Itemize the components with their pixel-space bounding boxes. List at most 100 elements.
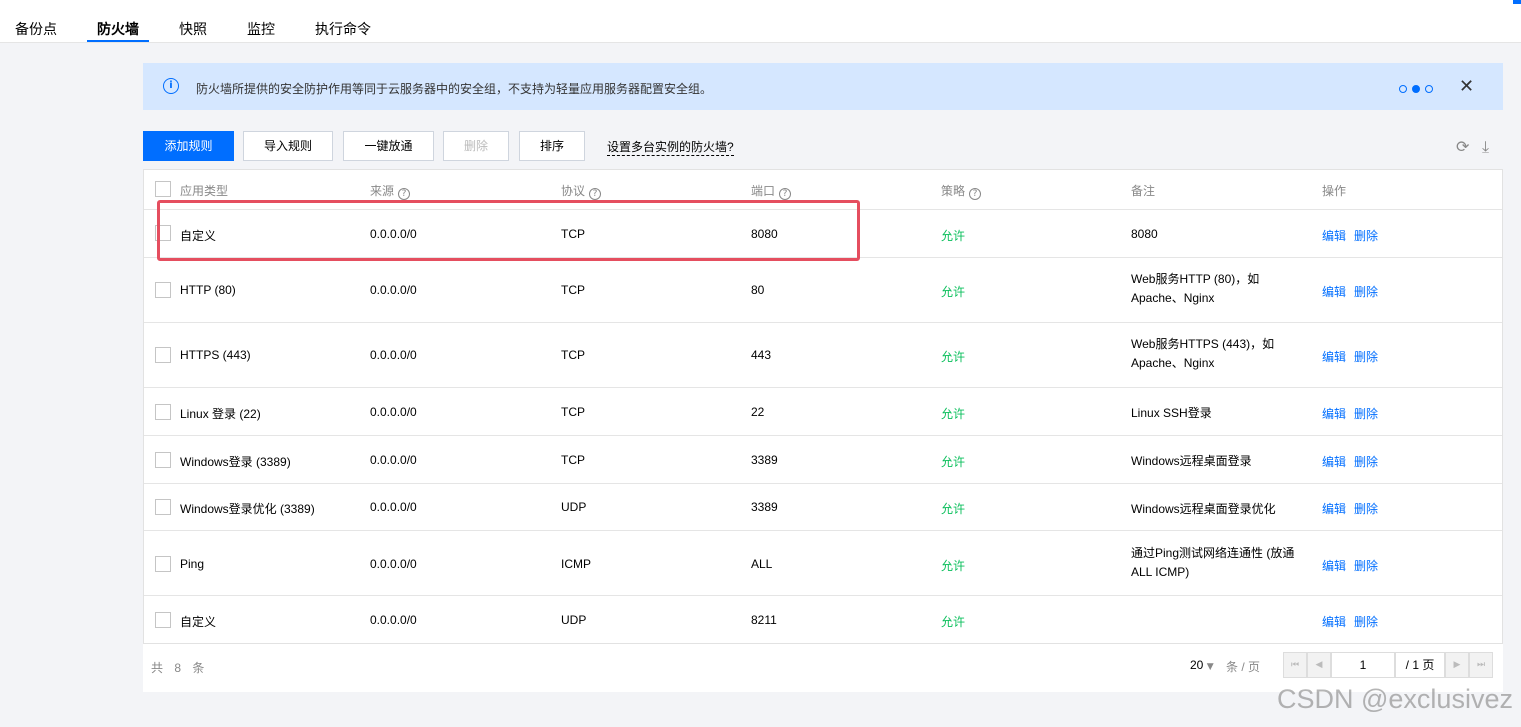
row-checkbox[interactable] [155,347,171,363]
cell-port: 443 [751,348,772,362]
page-number-input[interactable] [1331,652,1395,678]
cell-policy: 允许 [941,285,966,299]
cell-port: 8080 [751,227,778,241]
edit-link[interactable]: 编辑 [1322,227,1346,244]
tab-backup[interactable]: 备份点 [15,19,57,39]
cell-port: 80 [751,283,765,297]
header-remark: 备注 [1131,184,1156,198]
page-size-unit: 条 / 页 [1226,660,1261,674]
header-port: 端口? [751,182,792,200]
carousel-dot[interactable] [1425,85,1433,93]
cell-policy: 允许 [941,407,966,421]
header-type: 应用类型 [180,184,229,198]
cell-source: 0.0.0.0/0 [370,557,417,571]
cell-type: Windows登录 (3389) [180,455,291,469]
cell-remark: Web服务HTTPS (443)，如Apache、Nginx [1131,337,1275,370]
cell-protocol: TCP [561,227,585,241]
page-size-select[interactable]: 20 ▼ [1190,658,1214,672]
cell-type: HTTP (80) [180,283,236,297]
tab-monitor[interactable]: 监控 [247,19,275,39]
cell-protocol: TCP [561,405,585,419]
row-divider [144,387,1502,388]
cell-policy: 允许 [941,502,966,516]
sort-button[interactable]: 排序 [519,131,585,161]
quick-allow-button[interactable]: 一键放通 [343,131,434,161]
total-count: 共 8 条 [151,661,209,675]
header-ops: 操作 [1322,184,1347,198]
delete-link[interactable]: 删除 [1354,557,1378,574]
prev-page-icon[interactable]: ◀ [1307,652,1331,678]
next-page-icon[interactable]: ▶ [1445,652,1469,678]
info-icon: i [163,78,179,94]
tab-firewall[interactable]: 防火墙 [97,19,139,39]
edit-link[interactable]: 编辑 [1322,500,1346,517]
cell-policy: 允许 [941,455,966,469]
delete-link[interactable]: 删除 [1354,283,1378,300]
edit-link[interactable]: 编辑 [1322,283,1346,300]
tab-command[interactable]: 执行命令 [315,19,371,39]
delete-link[interactable]: 删除 [1354,500,1378,517]
row-checkbox[interactable] [155,404,171,420]
cell-remark: 8080 [1131,227,1158,241]
delete-link[interactable]: 删除 [1354,227,1378,244]
row-checkbox[interactable] [155,612,171,628]
delete-link[interactable]: 删除 [1354,453,1378,470]
cell-source: 0.0.0.0/0 [370,500,417,514]
edit-link[interactable]: 编辑 [1322,613,1346,630]
delete-button[interactable]: 删除 [443,131,509,161]
cell-remark: Web服务HTTP (80)，如Apache、Nginx [1131,272,1260,305]
delete-link[interactable]: 删除 [1354,405,1378,422]
watermark: CSDN @exclusivez [1277,684,1513,714]
help-icon[interactable]: ? [779,188,792,200]
edit-link[interactable]: 编辑 [1322,453,1346,470]
cell-source: 0.0.0.0/0 [370,348,417,362]
cell-source: 0.0.0.0/0 [370,227,417,241]
help-icon[interactable]: ? [589,188,602,200]
cell-protocol: UDP [561,500,587,514]
row-checkbox[interactable] [155,499,171,515]
download-icon[interactable]: ⤓ [1482,137,1489,157]
cell-remark: Windows远程桌面登录 [1131,454,1252,468]
import-rule-button[interactable]: 导入规则 [243,131,333,161]
edit-link[interactable]: 编辑 [1322,557,1346,574]
edit-link[interactable]: 编辑 [1322,405,1346,422]
row-divider [144,322,1502,323]
cell-policy: 允许 [941,229,966,243]
cell-source: 0.0.0.0/0 [370,613,417,627]
cell-source: 0.0.0.0/0 [370,453,417,467]
row-divider [144,595,1502,596]
row-checkbox[interactable] [155,282,171,298]
header-policy: 策略? [941,182,982,200]
select-all-checkbox[interactable] [155,181,171,197]
edit-link[interactable]: 编辑 [1322,348,1346,365]
carousel-dot-active[interactable] [1412,85,1420,93]
row-checkbox[interactable] [155,452,171,468]
row-checkbox[interactable] [155,225,171,241]
detail-tabs: 备份点 防火墙 快照 监控 执行命令 [0,0,1521,43]
cell-policy: 允许 [941,350,966,364]
header-protocol: 协议? [561,182,602,200]
active-tab-indicator [87,40,149,42]
row-divider [144,257,1502,258]
refresh-icon[interactable]: ⟳ [1456,137,1469,156]
help-icon[interactable]: ? [969,188,982,200]
help-icon[interactable]: ? [398,188,411,200]
tab-snapshot[interactable]: 快照 [179,19,207,39]
close-icon[interactable]: ✕ [1459,76,1474,97]
row-divider [144,483,1502,484]
cell-source: 0.0.0.0/0 [370,405,417,419]
last-page-icon[interactable]: ⏭ [1469,652,1493,678]
notice-text: 防火墙所提供的安全防护作用等同于云服务器中的安全组，不支持为轻量应用服务器配置安… [196,82,713,96]
notice-banner: i 防火墙所提供的安全防护作用等同于云服务器中的安全组，不支持为轻量应用服务器配… [143,63,1503,110]
delete-link[interactable]: 删除 [1354,613,1378,630]
carousel-dot[interactable] [1399,85,1407,93]
first-page-icon[interactable]: ⏮ [1283,652,1307,678]
cell-type: Windows登录优化 (3389) [180,502,315,516]
multi-instance-firewall-link[interactable]: 设置多台实例的防火墙? [607,138,734,156]
add-rule-button[interactable]: 添加规则 [143,131,234,161]
delete-link[interactable]: 删除 [1354,348,1378,365]
cell-protocol: UDP [561,613,587,627]
cell-remark: Linux SSH登录 [1131,406,1212,420]
cell-port: 8211 [751,613,777,627]
row-checkbox[interactable] [155,556,171,572]
